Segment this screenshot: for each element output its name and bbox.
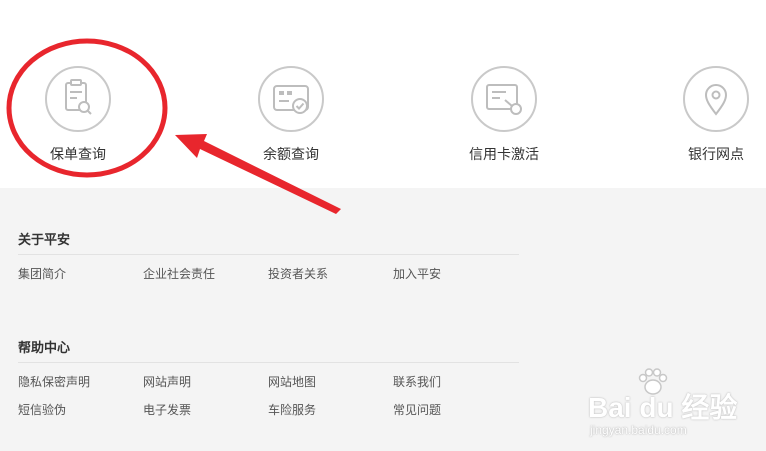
baidu-jingyan-watermark: Bai du 经验 jingyan.baidu.com	[588, 368, 766, 448]
footer-link-e-invoice[interactable]: 电子发票	[143, 401, 191, 418]
footer-link-join[interactable]: 加入平安	[393, 265, 441, 282]
service-bank-branches[interactable]: 银行网点	[656, 64, 766, 164]
balance-card-icon	[258, 66, 324, 132]
location-pin-icon	[683, 66, 749, 132]
divider	[18, 362, 519, 363]
service-label: 信用卡激活	[469, 146, 539, 162]
service-policy-query[interactable]: 保单查询	[18, 64, 138, 164]
footer-link-site-statement[interactable]: 网站声明	[143, 373, 191, 390]
footer-link-group-intro[interactable]: 集团简介	[18, 265, 66, 282]
watermark-url: jingyan.baidu.com	[590, 423, 687, 437]
service-label: 余额查询	[263, 146, 319, 162]
watermark-brand: Bai du 经验	[588, 392, 738, 423]
service-card-activation[interactable]: 信用卡激活	[444, 64, 564, 164]
service-label: 银行网点	[688, 146, 744, 162]
footer-link-privacy[interactable]: 隐私保密声明	[18, 373, 90, 390]
about-section-title: 关于平安	[18, 232, 71, 247]
footer-link-csr[interactable]: 企业社会责任	[143, 265, 215, 282]
footer-link-contact[interactable]: 联系我们	[393, 373, 441, 390]
help-section-title: 帮助中心	[18, 340, 71, 355]
card-activate-icon	[471, 66, 537, 132]
footer-link-sms-verify[interactable]: 短信验伪	[18, 401, 66, 418]
divider	[18, 254, 519, 255]
footer-link-investors[interactable]: 投资者关系	[268, 265, 328, 282]
service-balance-query[interactable]: 余额查询	[231, 64, 351, 164]
footer-link-auto-insurance[interactable]: 车险服务	[268, 401, 316, 418]
footer-link-faq[interactable]: 常见问题	[393, 401, 441, 418]
quick-services-bar: 保单查询 余额查询 信用卡激活 银行网点	[0, 0, 766, 188]
policy-search-icon	[45, 66, 111, 132]
footer-link-sitemap[interactable]: 网站地图	[268, 373, 316, 390]
service-label: 保单查询	[50, 146, 106, 162]
